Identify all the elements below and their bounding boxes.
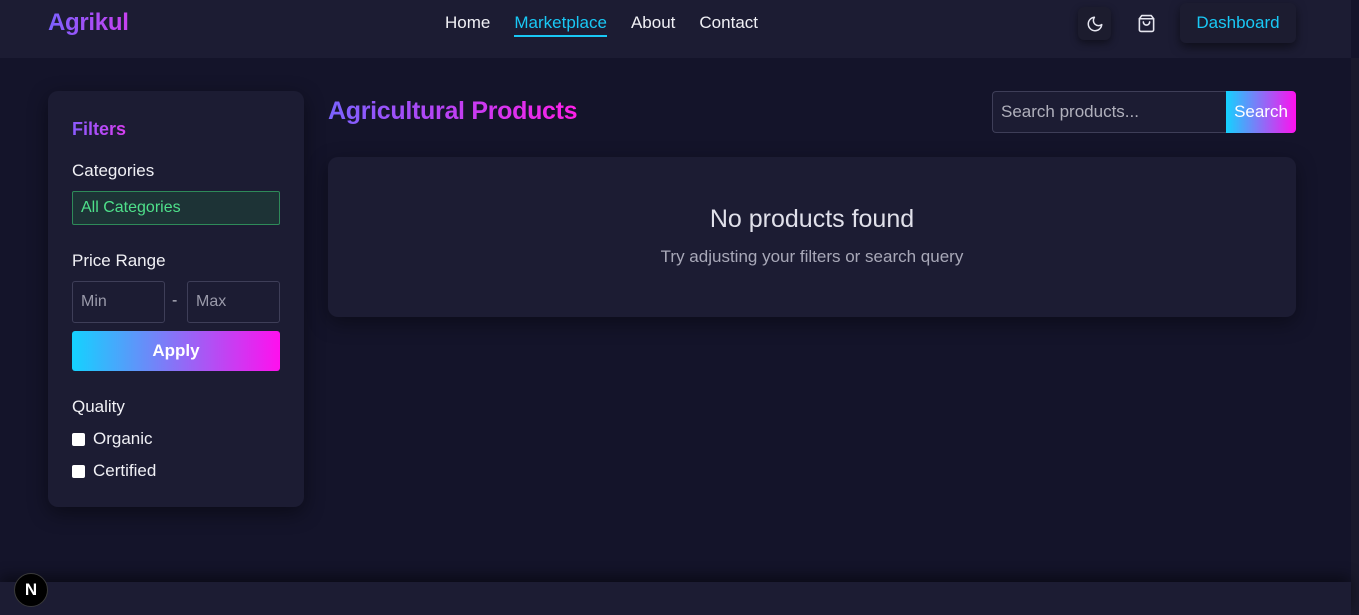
certified-checkbox[interactable] [72, 464, 85, 478]
max-price-input[interactable] [187, 281, 280, 323]
theme-toggle-button[interactable] [1078, 7, 1111, 40]
empty-state-subtitle: Try adjusting your filters or search que… [660, 247, 964, 266]
navbar: Agrikul Home Marketplace About Contact D… [0, 0, 1351, 58]
page-scrollbar[interactable] [1351, 58, 1359, 615]
nav-link-marketplace[interactable]: Marketplace [514, 13, 607, 37]
certified-label: Certified [93, 461, 157, 480]
min-price-input[interactable] [72, 281, 165, 323]
categories-label: Categories [72, 161, 155, 180]
filters-title: Filters [72, 119, 127, 139]
cart-button[interactable] [1130, 7, 1163, 40]
organic-label: Organic [93, 429, 153, 448]
moon-icon [1087, 16, 1102, 31]
dashboard-button[interactable]: Dashboard [1180, 3, 1296, 43]
empty-state-title: No products found [709, 205, 915, 233]
nav-link-home[interactable]: Home [445, 13, 490, 37]
footer-strip [0, 582, 1351, 615]
brand-logo[interactable]: Agrikul [48, 9, 129, 37]
price-separator: - [172, 292, 178, 309]
empty-state-card: No products found Try adjusting your fil… [328, 157, 1296, 317]
quality-option-certified[interactable]: Certified [72, 461, 156, 481]
nextjs-badge[interactable]: N [14, 573, 48, 607]
quality-option-organic[interactable]: Organic [72, 429, 153, 449]
shopping-bag-icon [1138, 14, 1155, 33]
search-button[interactable]: Search [1226, 91, 1296, 133]
quality-label: Quality [72, 397, 125, 416]
nav-link-contact[interactable]: Contact [699, 13, 758, 37]
price-range-label: Price Range [72, 251, 166, 270]
organic-checkbox[interactable] [72, 432, 85, 446]
search-input[interactable] [992, 91, 1228, 133]
nav-links: Home Marketplace About Contact [445, 13, 758, 37]
apply-button[interactable]: Apply [72, 331, 280, 371]
nav-link-about[interactable]: About [631, 13, 675, 37]
filters-panel: Filters Categories All Categories Price … [48, 91, 304, 507]
page-title: Agricultural Products [328, 97, 578, 125]
category-select[interactable]: All Categories [72, 191, 280, 225]
